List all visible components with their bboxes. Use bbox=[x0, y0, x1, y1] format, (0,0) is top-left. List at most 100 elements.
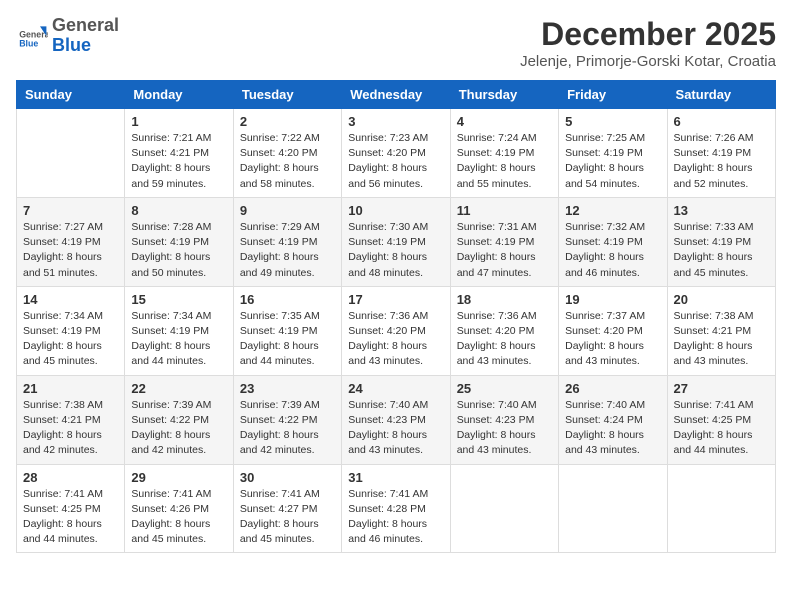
day-info: Sunrise: 7:34 AMSunset: 4:19 PMDaylight:… bbox=[23, 309, 118, 370]
day-number: 15 bbox=[131, 292, 226, 307]
day-number: 2 bbox=[240, 114, 335, 129]
day-number: 28 bbox=[23, 470, 118, 485]
day-info: Sunrise: 7:36 AMSunset: 4:20 PMDaylight:… bbox=[348, 309, 443, 370]
location: Jelenje, Primorje-Gorski Kotar, Croatia bbox=[520, 53, 776, 70]
calendar-week-4: 21 Sunrise: 7:38 AMSunset: 4:21 PMDayligh… bbox=[17, 375, 776, 464]
day-info: Sunrise: 7:21 AMSunset: 4:21 PMDaylight:… bbox=[131, 131, 226, 192]
day-info: Sunrise: 7:41 AMSunset: 4:27 PMDaylight:… bbox=[240, 487, 335, 548]
day-info: Sunrise: 7:30 AMSunset: 4:19 PMDaylight:… bbox=[348, 220, 443, 281]
day-info: Sunrise: 7:36 AMSunset: 4:20 PMDaylight:… bbox=[457, 309, 552, 370]
day-info: Sunrise: 7:35 AMSunset: 4:19 PMDaylight:… bbox=[240, 309, 335, 370]
calendar-cell: 15 Sunrise: 7:34 AMSunset: 4:19 PMDayligh… bbox=[125, 286, 233, 375]
calendar-cell: 20Sunrise: 7:38 AMSunset: 4:21 PMDayligh… bbox=[667, 286, 775, 375]
day-number: 1 bbox=[131, 114, 226, 129]
day-info: Sunrise: 7:26 AMSunset: 4:19 PMDaylight:… bbox=[674, 131, 769, 192]
day-info: Sunrise: 7:40 AMSunset: 4:24 PMDaylight:… bbox=[565, 398, 660, 459]
logo-icon: General Blue bbox=[16, 20, 48, 52]
day-number: 30 bbox=[240, 470, 335, 485]
day-number: 21 bbox=[23, 381, 118, 396]
calendar-cell: 25Sunrise: 7:40 AMSunset: 4:23 PMDayligh… bbox=[450, 375, 558, 464]
day-header-sunday: Sunday bbox=[17, 81, 125, 109]
calendar-cell bbox=[450, 464, 558, 553]
day-number: 31 bbox=[348, 470, 443, 485]
calendar-cell: 14 Sunrise: 7:34 AMSunset: 4:19 PMDayligh… bbox=[17, 286, 125, 375]
calendar-cell: 27Sunrise: 7:41 AMSunset: 4:25 PMDayligh… bbox=[667, 375, 775, 464]
day-header-saturday: Saturday bbox=[667, 81, 775, 109]
day-number: 8 bbox=[131, 203, 226, 218]
day-info: Sunrise: 7:41 AMSunset: 4:25 PMDaylight:… bbox=[23, 487, 118, 548]
calendar-cell: 19 Sunrise: 7:37 AMSunset: 4:20 PMDayligh… bbox=[559, 286, 667, 375]
calendar-week-3: 14 Sunrise: 7:34 AMSunset: 4:19 PMDayligh… bbox=[17, 286, 776, 375]
day-info: Sunrise: 7:38 AMSunset: 4:21 PMDaylight:… bbox=[23, 398, 118, 459]
day-info: Sunrise: 7:39 AMSunset: 4:22 PMDaylight:… bbox=[131, 398, 226, 459]
logo-general: General bbox=[52, 16, 119, 36]
day-number: 7 bbox=[23, 203, 118, 218]
logo-blue: Blue bbox=[52, 36, 119, 56]
title-section: December 2025 Jelenje, Primorje-Gorski K… bbox=[520, 16, 776, 70]
calendar-cell: 22 Sunrise: 7:39 AMSunset: 4:22 PMDayligh… bbox=[125, 375, 233, 464]
day-info: Sunrise: 7:41 AMSunset: 4:28 PMDaylight:… bbox=[348, 487, 443, 548]
day-info: Sunrise: 7:27 AMSunset: 4:19 PMDaylight:… bbox=[23, 220, 118, 281]
calendar-cell: 10 Sunrise: 7:30 AMSunset: 4:19 PMDayligh… bbox=[342, 197, 450, 286]
day-info: Sunrise: 7:23 AMSunset: 4:20 PMDaylight:… bbox=[348, 131, 443, 192]
day-number: 24 bbox=[348, 381, 443, 396]
calendar-cell: 11Sunrise: 7:31 AMSunset: 4:19 PMDayligh… bbox=[450, 197, 558, 286]
day-header-friday: Friday bbox=[559, 81, 667, 109]
day-number: 9 bbox=[240, 203, 335, 218]
day-info: Sunrise: 7:40 AMSunset: 4:23 PMDaylight:… bbox=[457, 398, 552, 459]
calendar-cell: 13Sunrise: 7:33 AMSunset: 4:19 PMDayligh… bbox=[667, 197, 775, 286]
calendar-cell bbox=[667, 464, 775, 553]
calendar-week-1: 1 Sunrise: 7:21 AMSunset: 4:21 PMDaylight… bbox=[17, 109, 776, 198]
calendar-cell: 6Sunrise: 7:26 AMSunset: 4:19 PMDaylight… bbox=[667, 109, 775, 198]
calendar-cell: 8Sunrise: 7:28 AMSunset: 4:19 PMDaylight… bbox=[125, 197, 233, 286]
day-number: 23 bbox=[240, 381, 335, 396]
day-header-wednesday: Wednesday bbox=[342, 81, 450, 109]
calendar-cell: 7 Sunrise: 7:27 AMSunset: 4:19 PMDaylight… bbox=[17, 197, 125, 286]
day-info: Sunrise: 7:41 AMSunset: 4:25 PMDaylight:… bbox=[674, 398, 769, 459]
day-number: 4 bbox=[457, 114, 552, 129]
calendar-cell: 1 Sunrise: 7:21 AMSunset: 4:21 PMDaylight… bbox=[125, 109, 233, 198]
calendar-cell: 9 Sunrise: 7:29 AMSunset: 4:19 PMDaylight… bbox=[233, 197, 341, 286]
calendar-cell: 4 Sunrise: 7:24 AMSunset: 4:19 PMDaylight… bbox=[450, 109, 558, 198]
month-year: December 2025 bbox=[520, 16, 776, 53]
calendar-cell: 12Sunrise: 7:32 AMSunset: 4:19 PMDayligh… bbox=[559, 197, 667, 286]
calendar-cell: 23Sunrise: 7:39 AMSunset: 4:22 PMDayligh… bbox=[233, 375, 341, 464]
calendar-cell: 17 Sunrise: 7:36 AMSunset: 4:20 PMDayligh… bbox=[342, 286, 450, 375]
day-number: 13 bbox=[674, 203, 769, 218]
day-number: 5 bbox=[565, 114, 660, 129]
svg-text:Blue: Blue bbox=[19, 38, 38, 48]
calendar-cell bbox=[559, 464, 667, 553]
calendar-cell: 30 Sunrise: 7:41 AMSunset: 4:27 PMDayligh… bbox=[233, 464, 341, 553]
page-header: General Blue General Blue December 2025 … bbox=[16, 16, 776, 70]
day-number: 17 bbox=[348, 292, 443, 307]
calendar-cell: 2Sunrise: 7:22 AMSunset: 4:20 PMDaylight… bbox=[233, 109, 341, 198]
calendar-cell: 16 Sunrise: 7:35 AMSunset: 4:19 PMDayligh… bbox=[233, 286, 341, 375]
day-header-thursday: Thursday bbox=[450, 81, 558, 109]
day-number: 18 bbox=[457, 292, 552, 307]
calendar-week-2: 7 Sunrise: 7:27 AMSunset: 4:19 PMDaylight… bbox=[17, 197, 776, 286]
day-number: 22 bbox=[131, 381, 226, 396]
calendar-header-row: SundayMondayTuesdayWednesdayThursdayFrid… bbox=[17, 81, 776, 109]
calendar-cell: 3Sunrise: 7:23 AMSunset: 4:20 PMDaylight… bbox=[342, 109, 450, 198]
day-info: Sunrise: 7:29 AMSunset: 4:19 PMDaylight:… bbox=[240, 220, 335, 281]
day-info: Sunrise: 7:34 AMSunset: 4:19 PMDaylight:… bbox=[131, 309, 226, 370]
calendar-cell bbox=[17, 109, 125, 198]
day-info: Sunrise: 7:40 AMSunset: 4:23 PMDaylight:… bbox=[348, 398, 443, 459]
day-number: 26 bbox=[565, 381, 660, 396]
day-info: Sunrise: 7:37 AMSunset: 4:20 PMDaylight:… bbox=[565, 309, 660, 370]
day-info: Sunrise: 7:25 AMSunset: 4:19 PMDaylight:… bbox=[565, 131, 660, 192]
day-number: 10 bbox=[348, 203, 443, 218]
day-info: Sunrise: 7:31 AMSunset: 4:19 PMDaylight:… bbox=[457, 220, 552, 281]
day-number: 14 bbox=[23, 292, 118, 307]
day-number: 12 bbox=[565, 203, 660, 218]
calendar-week-5: 28 Sunrise: 7:41 AMSunset: 4:25 PMDayligh… bbox=[17, 464, 776, 553]
calendar-cell: 31 Sunrise: 7:41 AMSunset: 4:28 PMDayligh… bbox=[342, 464, 450, 553]
calendar-cell: 28 Sunrise: 7:41 AMSunset: 4:25 PMDayligh… bbox=[17, 464, 125, 553]
day-info: Sunrise: 7:24 AMSunset: 4:19 PMDaylight:… bbox=[457, 131, 552, 192]
day-number: 16 bbox=[240, 292, 335, 307]
logo: General Blue General Blue bbox=[16, 16, 119, 56]
calendar-cell: 5 Sunrise: 7:25 AMSunset: 4:19 PMDaylight… bbox=[559, 109, 667, 198]
calendar-cell: 29Sunrise: 7:41 AMSunset: 4:26 PMDayligh… bbox=[125, 464, 233, 553]
day-number: 19 bbox=[565, 292, 660, 307]
calendar-cell: 18 Sunrise: 7:36 AMSunset: 4:20 PMDayligh… bbox=[450, 286, 558, 375]
